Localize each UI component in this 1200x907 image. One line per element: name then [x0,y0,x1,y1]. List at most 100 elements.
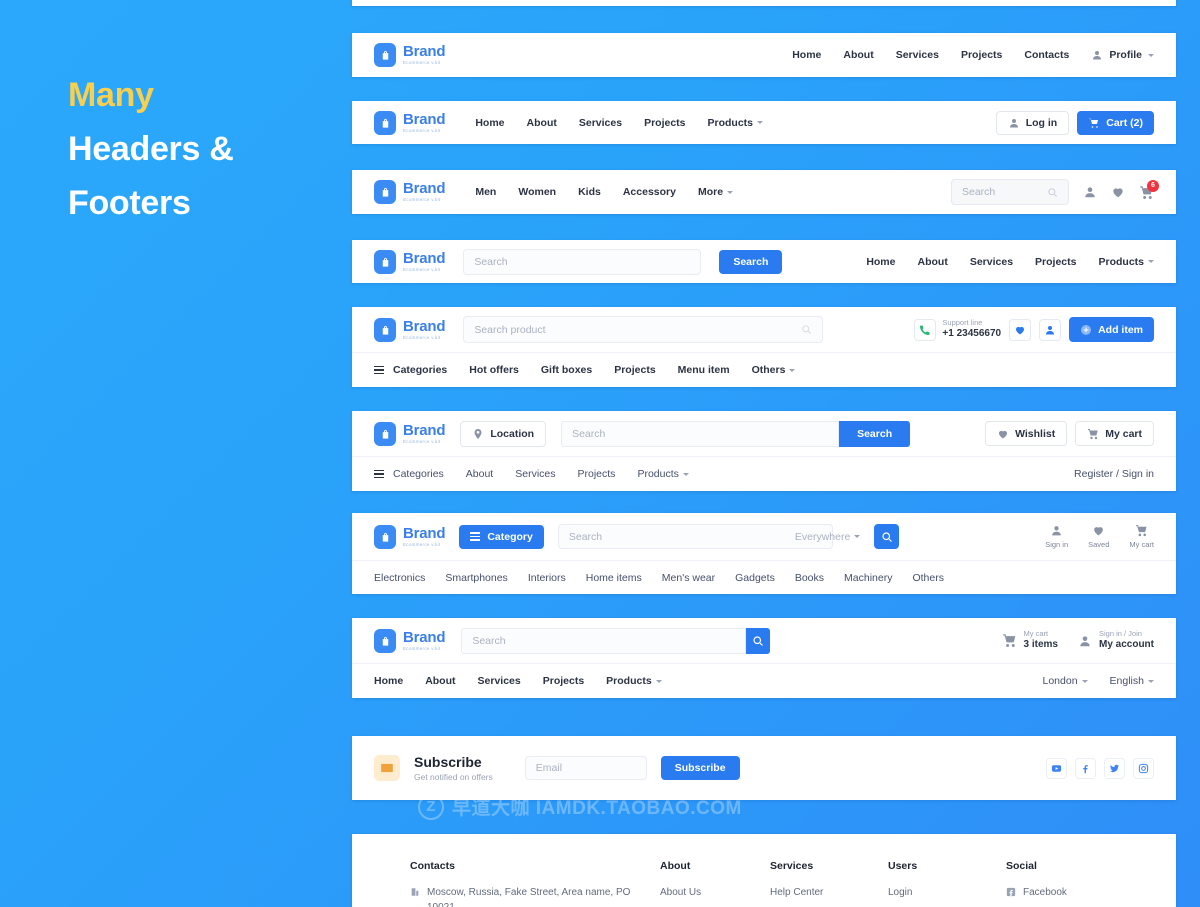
my-cart-button[interactable]: My cart [1075,421,1154,446]
nav-item-about[interactable]: About [527,117,557,129]
nav-item-products[interactable]: Products [708,117,764,129]
youtube-button[interactable] [1046,757,1067,779]
menu-item-projects[interactable]: Projects [614,364,655,376]
add-item-button[interactable]: Add item [1069,317,1154,342]
menu-item-categories[interactable]: Categories [374,364,447,376]
nav-item-services[interactable]: Services [896,49,939,61]
footer-link[interactable]: About Us [660,885,770,900]
brand-logo[interactable]: Brand Ecommerce v.kit [374,628,446,653]
menu-item-categories[interactable]: Categories [374,468,444,480]
subscribe-button[interactable]: Subscribe [660,756,740,780]
email-input[interactable]: Email [524,756,647,780]
nav-item-projects[interactable]: Projects [644,117,685,129]
nav-item-home[interactable]: Home [475,117,504,129]
footer-link[interactable]: Login [888,885,1006,900]
brand-logo[interactable]: Brand Ecommerce v.kit [374,317,446,342]
search-input[interactable]: Search [463,248,702,275]
nav-item-home[interactable]: Home [866,256,895,268]
nav-item-accessory[interactable]: Accessory [623,186,676,198]
nav-item-about[interactable]: About [843,49,873,61]
brand-logo[interactable]: Brand Ecommerce v.kit [374,43,446,67]
search-button[interactable] [746,627,771,654]
search-input[interactable]: Search [557,524,833,549]
nav-item-about[interactable]: About [918,256,948,268]
cart-button[interactable]: Cart (2) [1077,110,1154,135]
brand-logo[interactable]: Brand Ecommerce v.kit [374,110,446,135]
category-mens-wear[interactable]: Men's wear [662,572,715,584]
category-electronics[interactable]: Electronics [374,572,425,584]
category-smartphones[interactable]: Smartphones [445,572,507,584]
nav-item-men[interactable]: Men [475,186,496,198]
search-button[interactable]: Search [839,420,911,447]
cart-summary[interactable]: My cart 3 items [1002,630,1058,650]
twitter-button[interactable] [1104,757,1125,779]
heart-icon[interactable] [1111,185,1125,199]
brand-subtitle: Ecommerce v.kit [403,197,441,203]
account-summary[interactable]: Sign in / Join My account [1078,630,1154,650]
brand-logo[interactable]: Brand Ecommerce v.kit [374,249,446,274]
menu-item-others[interactable]: Others [752,364,796,376]
support-line[interactable]: Support line +1 23456670 [914,318,1001,341]
menu-item-menu-item[interactable]: Menu item [678,364,730,376]
user-icon[interactable] [1083,185,1097,199]
mycart-action[interactable]: My cart [1129,524,1154,549]
cart-button[interactable]: 6 [1139,179,1159,200]
brand-logo[interactable]: Brand Ecommerce v.kit [374,421,446,446]
search-scope-dropdown[interactable]: Everywhere [795,531,861,543]
profile-menu[interactable]: Profile [1091,49,1154,61]
category-books[interactable]: Books [795,572,824,584]
category-interiors[interactable]: Interiors [528,572,566,584]
nav-item-more[interactable]: More [698,186,734,198]
search-input[interactable]: Search product [463,316,824,343]
signin-action[interactable]: Sign in [1045,524,1068,549]
profile-label: Profile [1109,49,1142,61]
nav-item-home[interactable]: Home [792,49,821,61]
category-machinery[interactable]: Machinery [844,572,892,584]
menu-item-home[interactable]: Home [374,675,403,687]
brand-logo[interactable]: Brand Ecommerce v.kit [374,180,446,204]
category-home-items[interactable]: Home items [586,572,642,584]
category-button[interactable]: Category [459,524,544,549]
menu-item-gift-boxes[interactable]: Gift boxes [541,364,592,376]
instagram-button[interactable] [1133,757,1154,779]
search-button[interactable] [874,524,900,549]
menu-item-services[interactable]: Services [478,675,521,687]
register-signin-link[interactable]: Register / Sign in [1074,468,1154,480]
nav-item-services[interactable]: Services [970,256,1013,268]
nav-item-services[interactable]: Services [579,117,622,129]
footer-link[interactable]: Help Center [770,885,888,900]
footer-social-link[interactable]: Facebook [1006,885,1126,900]
menu-item-projects[interactable]: Projects [578,468,616,480]
location-button[interactable]: Location [460,420,547,447]
search-input[interactable]: Search [561,420,840,447]
wishlist-button[interactable] [1009,318,1032,341]
language-selector[interactable]: English [1110,675,1154,687]
nav-item-products-label: Products [1098,255,1144,268]
nav-item-projects[interactable]: Projects [1035,256,1076,268]
nav-item-women[interactable]: Women [518,186,556,198]
building-icon [411,888,419,896]
menu-item-services[interactable]: Services [515,468,555,480]
account-button[interactable] [1039,318,1062,341]
menu-item-products[interactable]: Products [606,675,662,687]
nav-item-kids[interactable]: Kids [578,186,601,198]
category-others[interactable]: Others [912,572,944,584]
saved-action[interactable]: Saved [1088,524,1109,549]
search-input[interactable]: Search [461,627,747,654]
search-input[interactable]: Search [951,179,1069,205]
category-gadgets[interactable]: Gadgets [735,572,775,584]
city-selector[interactable]: London [1043,675,1088,687]
nav-item-projects[interactable]: Projects [961,49,1002,61]
facebook-button[interactable] [1075,757,1096,779]
menu-item-hot-offers[interactable]: Hot offers [469,364,519,376]
menu-item-about[interactable]: About [425,675,455,687]
brand-logo[interactable]: Brand Ecommerce v.kit [374,524,446,549]
login-button[interactable]: Log in [995,110,1070,135]
menu-item-projects[interactable]: Projects [543,675,584,687]
menu-item-about[interactable]: About [466,468,493,480]
menu-item-products[interactable]: Products [637,468,689,480]
search-button[interactable]: Search [719,249,783,274]
nav-item-products[interactable]: Products [1098,256,1154,268]
wishlist-button[interactable]: Wishlist [985,421,1068,446]
nav-item-contacts[interactable]: Contacts [1024,49,1069,61]
